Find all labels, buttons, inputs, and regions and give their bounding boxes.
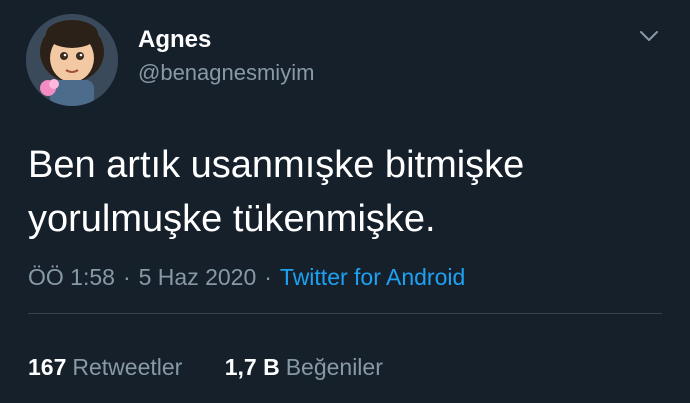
user-avatar[interactable]	[26, 14, 118, 106]
user-name[interactable]: Agnes	[138, 26, 211, 54]
retweets-label: Retweetler	[72, 354, 183, 380]
retweets-stat[interactable]: 167 Retweetler	[28, 352, 182, 382]
likes-label: Beğeniler	[285, 354, 383, 380]
tweet-source-link[interactable]: Twitter for Android	[280, 264, 465, 290]
tweet-card: Agnes @benagnesmiyim Ben artık usanmışke…	[0, 0, 690, 403]
chevron-down-icon[interactable]	[638, 25, 660, 47]
tweet-time[interactable]: ÖÖ 1:58	[28, 264, 115, 290]
divider	[28, 313, 662, 314]
likes-stat[interactable]: 1,7 B Beğeniler	[225, 352, 383, 382]
tweet-date[interactable]: 5 Haz 2020	[139, 264, 257, 290]
tweet-meta: ÖÖ 1:58 · 5 Haz 2020 · Twitter for Android	[28, 262, 465, 292]
cartoon-girl-avatar-icon	[26, 14, 118, 106]
likes-count: 1,7 B	[224, 354, 280, 380]
user-handle[interactable]: @benagnesmiyim	[138, 60, 314, 86]
retweets-count: 167	[28, 354, 67, 380]
meta-separator: ·	[264, 264, 272, 290]
meta-separator: ·	[122, 264, 131, 290]
tweet-stats: 167 Retweetler 1,7 B Beğeniler	[28, 352, 383, 382]
tweet-text: Ben artık usanmışke bitmişke yorulmuşke …	[28, 144, 525, 240]
